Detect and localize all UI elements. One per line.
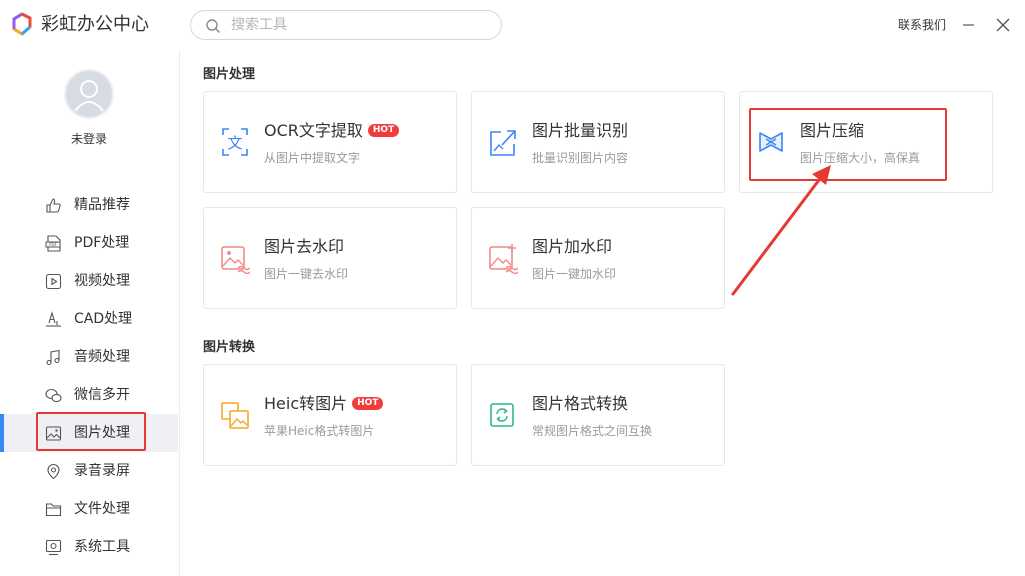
hot-badge: HOT: [367, 124, 400, 137]
login-status[interactable]: 未登录: [0, 130, 178, 147]
card-title: 图片格式转换: [532, 394, 629, 413]
sidebar-item-record[interactable]: 录音录屏: [0, 452, 178, 490]
card-title: 图片批量识别: [532, 121, 629, 140]
remove-watermark-icon: [221, 246, 250, 274]
image-export-icon: [490, 130, 516, 156]
card-desc: 图片一键去水印: [264, 267, 349, 281]
card-add-watermark[interactable]: 图片加水印 图片一键加水印: [471, 207, 725, 309]
avatar[interactable]: [64, 69, 114, 119]
sidebar-item-cad[interactable]: CAD处理: [0, 300, 178, 338]
title-bar: 彩虹办公中心 联系我们: [0, 0, 1025, 50]
card-desc: 批量识别图片内容: [532, 151, 629, 165]
sidebar-item-label: 文件处理: [74, 501, 130, 517]
card-desc: 常规图片格式之间互换: [532, 424, 653, 438]
card-heic-convert[interactable]: Heic转图片 HOT 苹果Heic格式转图片: [203, 364, 457, 466]
sidebar-item-label: PDF处理: [74, 235, 130, 251]
add-watermark-icon: [489, 244, 518, 274]
cad-icon: [46, 311, 61, 327]
card-title: 图片去水印: [264, 237, 345, 256]
card-batch-recognition[interactable]: 图片批量识别 批量识别图片内容: [471, 91, 725, 193]
sidebar-item-image[interactable]: 图片处理: [0, 414, 178, 452]
search-box[interactable]: [190, 10, 502, 40]
search-icon: [206, 19, 220, 33]
sidebar-item-label: CAD处理: [74, 311, 133, 327]
sidebar-item-label: 图片处理: [74, 425, 130, 441]
hot-badge: HOT: [352, 397, 384, 410]
app-window: 彩虹办公中心 联系我们 未登录: [0, 0, 1025, 576]
thumbs-up-icon: [46, 198, 61, 213]
svg-text:文: 文: [227, 134, 242, 152]
sidebar-item-label: 录音录屏: [74, 463, 130, 479]
card-desc: 图片一键加水印: [532, 267, 617, 281]
minimize-icon[interactable]: [958, 15, 978, 35]
section-title-image-conversion: 图片转换: [203, 340, 256, 355]
card-title: Heic转图片 HOT: [264, 393, 384, 415]
search-input[interactable]: [231, 15, 481, 35]
sidebar-item-video[interactable]: 视频处理: [0, 262, 178, 300]
sidebar-item-label: 精品推荐: [74, 197, 130, 213]
sidebar-item-wechat[interactable]: 微信多开: [0, 376, 178, 414]
heic-convert-icon: [221, 402, 249, 429]
rainbow-logo-icon: [12, 12, 32, 36]
pdf-icon: PDF: [45, 235, 61, 252]
user-icon: [74, 80, 104, 112]
sidebar-item-label: 音频处理: [74, 349, 130, 365]
card-title: 图片加水印: [532, 237, 613, 256]
music-icon: [46, 349, 60, 366]
sidebar-item-system[interactable]: 系统工具: [0, 528, 178, 566]
svg-text:PDF: PDF: [49, 242, 57, 247]
sidebar-item-file[interactable]: 文件处理: [0, 490, 178, 528]
card-desc: 图片压缩大小，高保真: [800, 151, 921, 165]
card-title: OCR文字提取 HOT: [264, 120, 400, 142]
contact-us-link[interactable]: 联系我们: [898, 16, 946, 34]
close-icon[interactable]: [993, 15, 1013, 35]
sidebar-item-pdf[interactable]: PDF PDF处理: [0, 224, 178, 262]
app-title: 彩虹办公中心: [41, 14, 149, 35]
section-title-image-processing: 图片处理: [203, 67, 256, 82]
compress-icon: [759, 132, 783, 152]
record-icon: [47, 463, 60, 480]
sidebar-item-label: 视频处理: [74, 273, 130, 289]
system-icon: [45, 539, 62, 556]
play-icon: [45, 273, 62, 290]
sidebar-item-label: 系统工具: [74, 539, 130, 555]
card-ocr[interactable]: 文 OCR文字提取 HOT 从图片中提取文字: [203, 91, 457, 193]
folder-icon: [45, 503, 62, 517]
wechat-icon: [45, 388, 62, 403]
sidebar-item-audio[interactable]: 音频处理: [0, 338, 178, 376]
card-desc: 苹果Heic格式转图片: [264, 424, 375, 438]
card-title: 图片压缩: [800, 121, 865, 140]
card-compress[interactable]: 图片压缩 图片压缩大小，高保真: [739, 91, 993, 193]
ocr-text-icon: 文: [222, 128, 248, 156]
sidebar: 未登录 精品推荐 PDF PDF处理 视频处理 CAD处理 音频处理 微信多开 …: [0, 50, 180, 576]
sidebar-item-label: 微信多开: [74, 387, 130, 403]
card-remove-watermark[interactable]: 图片去水印 图片一键去水印: [203, 207, 457, 309]
card-desc: 从图片中提取文字: [264, 151, 361, 165]
format-convert-icon: [490, 403, 514, 427]
sidebar-item-recommended[interactable]: 精品推荐: [0, 186, 178, 224]
image-icon: [45, 426, 62, 441]
card-format-convert[interactable]: 图片格式转换 常规图片格式之间互换: [471, 364, 725, 466]
